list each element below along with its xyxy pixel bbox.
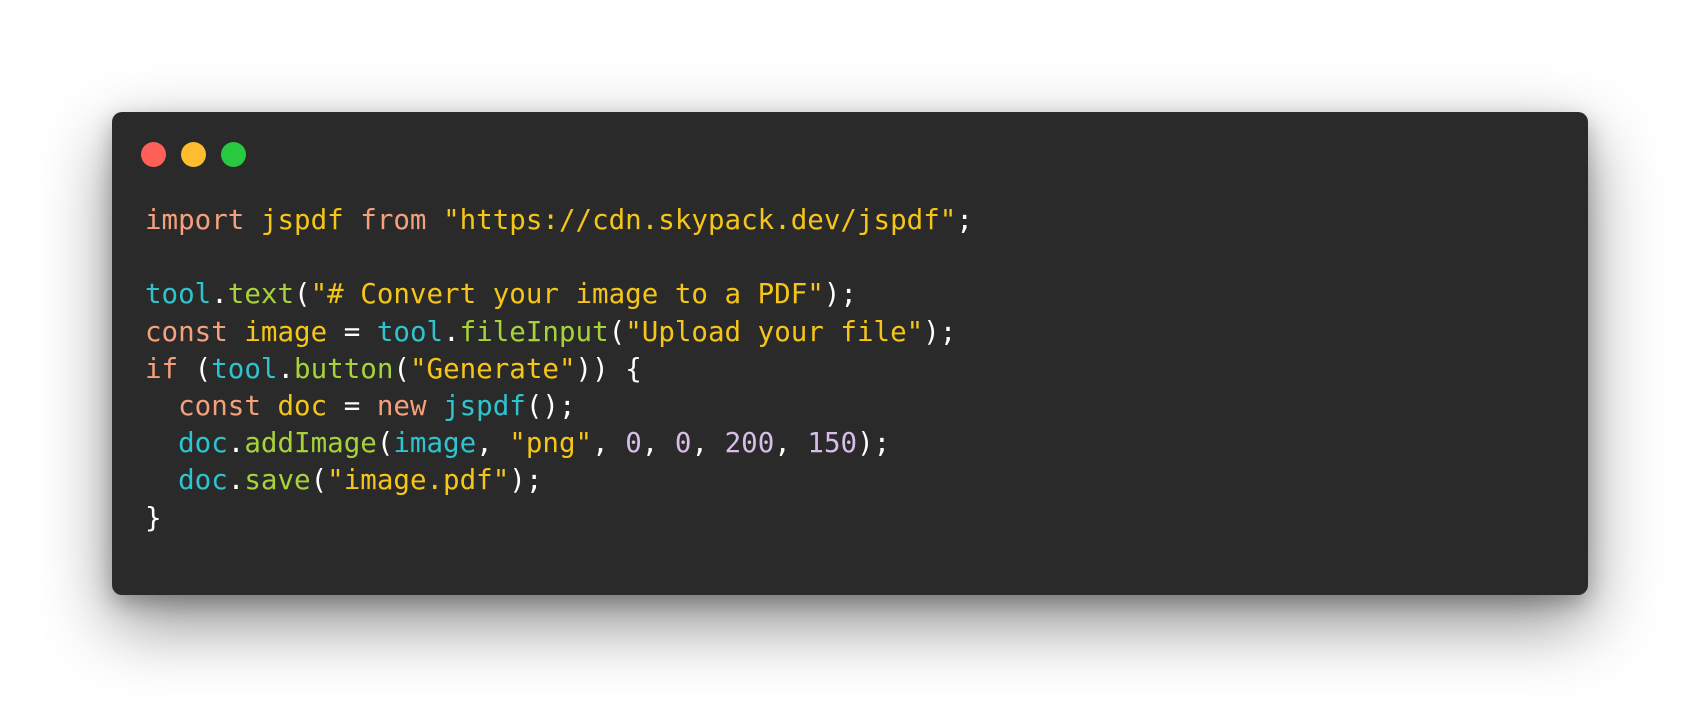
code-identifier: image (244, 315, 328, 348)
code-line: import jspdf from "https://cdn.skypack.d… (145, 202, 973, 239)
code-punctuation (228, 316, 245, 348)
code-object: doc (178, 427, 228, 460)
code-line: const doc = new jspdf(); (145, 388, 973, 425)
code-punctuation: ( (178, 352, 212, 385)
code-punctuation (344, 204, 361, 236)
code-keyword: const (178, 389, 261, 422)
code-punctuation (145, 427, 178, 459)
code-object: doc (178, 464, 228, 497)
code-window: import jspdf from "https://cdn.skypack.d… (112, 112, 1588, 595)
minimize-window-button[interactable] (181, 142, 206, 167)
code-line: doc.addImage(image, "png", 0, 0, 200, 15… (145, 425, 973, 462)
code-punctuation: ; (956, 204, 973, 236)
code-punctuation: ); (923, 315, 957, 348)
code-punctuation (427, 204, 444, 236)
code-punctuation: ); (509, 464, 543, 497)
code-punctuation: . (227, 427, 245, 460)
code-function: fileInput (459, 315, 609, 348)
code-keyword: import (145, 204, 245, 236)
code-line: if (tool.button("Generate")) { (145, 351, 973, 388)
code-punctuation: . (211, 278, 228, 311)
code-punctuation: , (476, 427, 510, 460)
code-string: "https://cdn.skypack.dev/jspdf" (443, 204, 957, 236)
code-punctuation: , (592, 427, 626, 460)
code-number: 150 (807, 427, 858, 460)
code-punctuation: . (227, 464, 245, 497)
code-number: 0 (625, 427, 642, 460)
code-punctuation: ( (294, 278, 311, 311)
code-punctuation: = (327, 315, 377, 348)
code-object: tool (145, 278, 212, 311)
code-punctuation: = (327, 389, 377, 422)
code-punctuation: , (774, 427, 808, 460)
code-identifier: jspdf (260, 204, 344, 236)
code-string: "# Convert your image to a PDF" (310, 278, 824, 311)
code-keyword: new (376, 389, 427, 422)
code-number: 200 (724, 427, 775, 460)
code-keyword: if (145, 352, 179, 385)
code-punctuation: . (277, 352, 295, 385)
code-punctuation: } (145, 501, 162, 534)
code-punctuation (145, 390, 178, 422)
code-punctuation: , (641, 427, 675, 460)
code-identifier: doc (277, 389, 328, 422)
code-object: jspdf (443, 389, 526, 422)
code-keyword: const (145, 315, 228, 348)
code-function: save (244, 464, 311, 497)
window-controls (141, 142, 246, 167)
code-punctuation (145, 464, 178, 496)
code-punctuation: ( (393, 352, 410, 385)
code-string: "Generate" (409, 352, 576, 385)
code-line: doc.save("image.pdf"); (145, 462, 973, 499)
maximize-window-button[interactable] (221, 142, 246, 167)
code-punctuation (261, 390, 278, 422)
code-number: 0 (674, 427, 692, 460)
code-line: const image = tool.fileInput("Upload you… (145, 314, 973, 351)
code-punctuation: (); (525, 389, 576, 422)
code-function: addImage (244, 427, 377, 460)
code-string: "Upload your file" (625, 315, 924, 348)
code-punctuation (244, 204, 261, 236)
code-object: image (393, 427, 477, 460)
code-punctuation: ( (608, 315, 626, 348)
code-string: "image.pdf" (327, 464, 510, 497)
code-keyword: from (360, 204, 427, 236)
code-object: tool (376, 315, 444, 348)
code-punctuation: ); (857, 427, 891, 460)
code-punctuation: ( (376, 427, 394, 460)
code-line: tool.text("# Convert your image to a PDF… (145, 276, 973, 313)
code-punctuation: , (691, 427, 725, 460)
code-string: "png" (509, 427, 593, 460)
code-line: } (145, 500, 973, 537)
code-punctuation: ); (823, 278, 857, 311)
code-block: import jspdf from "https://cdn.skypack.d… (145, 202, 973, 537)
code-punctuation: ( (310, 464, 328, 497)
code-punctuation: )) { (575, 352, 642, 385)
code-punctuation (427, 390, 444, 422)
close-window-button[interactable] (141, 142, 166, 167)
code-function: button (294, 352, 394, 385)
code-punctuation: . (443, 315, 460, 348)
code-function: text (227, 278, 295, 311)
code-object: tool (211, 352, 278, 385)
